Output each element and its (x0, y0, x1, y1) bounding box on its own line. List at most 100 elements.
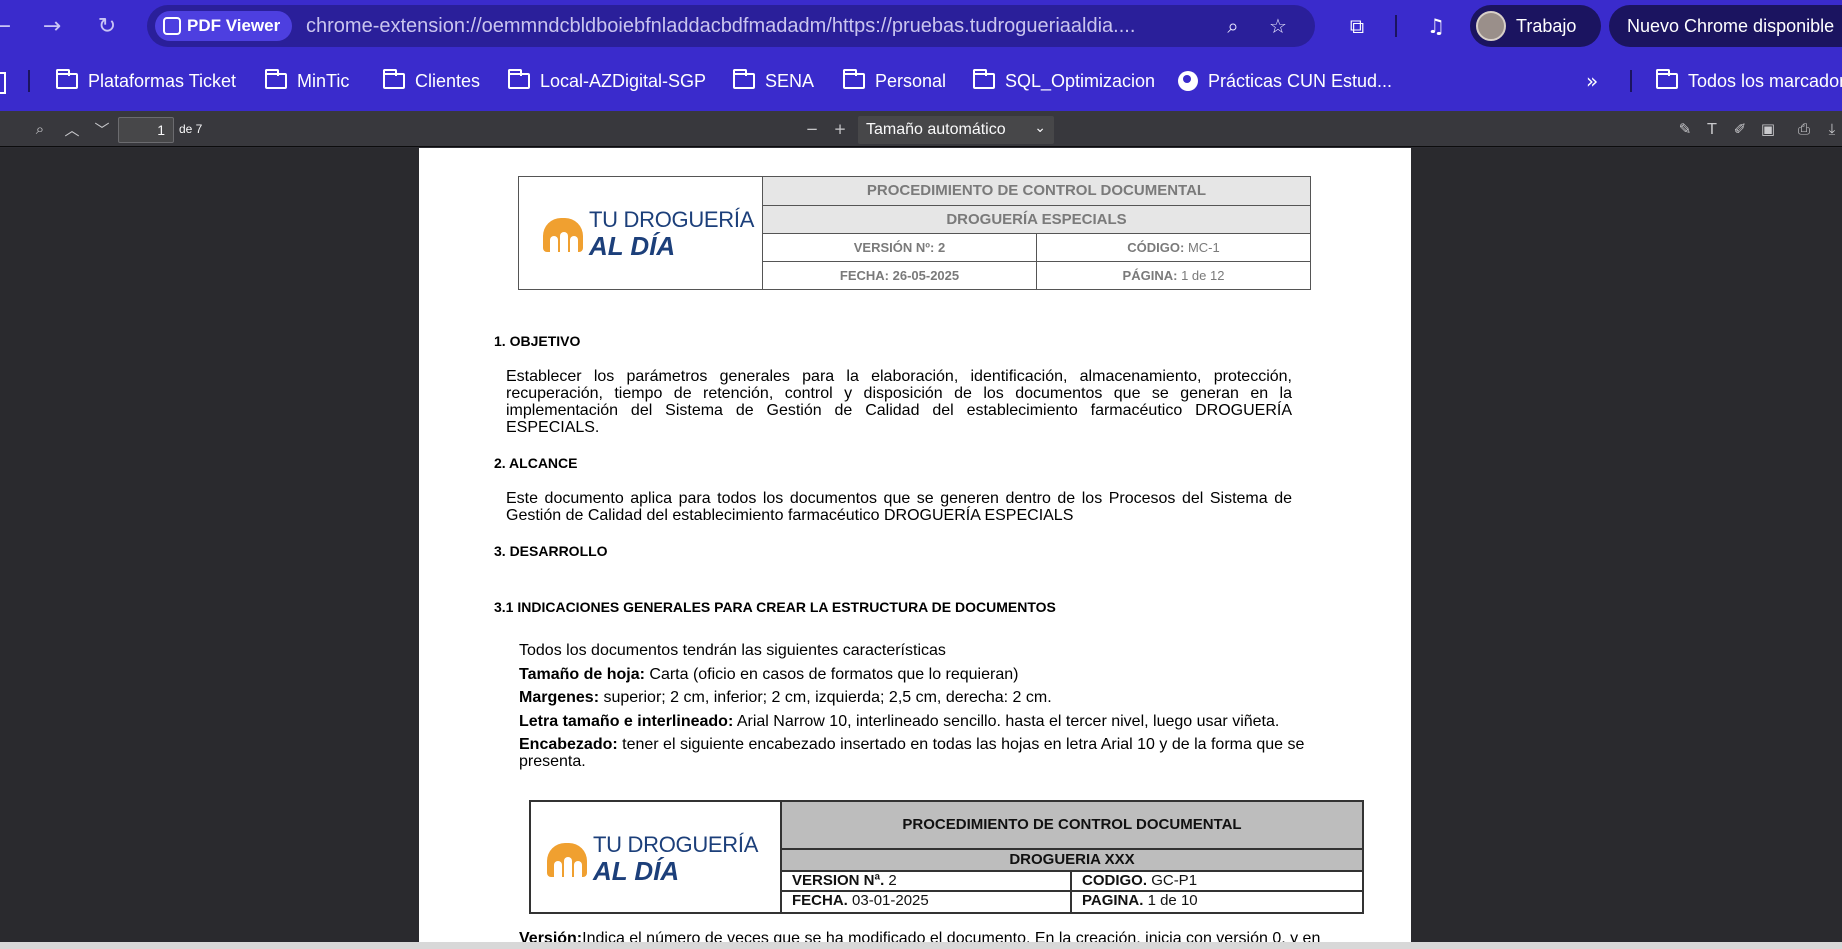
pdf-viewer-area[interactable]: TU DROGUERÍA AL DÍA PROCEDIMIENTO DE CON… (0, 148, 1842, 942)
previous-page-chevron-icon[interactable]: ︿ (60, 117, 84, 141)
header-code: CÓDIGO: MC-1 (1127, 240, 1220, 255)
pdf-toolbar: ⌕ ︿ ﹀ 1 de 7 − + Tamaño automático ⌄ ✎ T… (0, 111, 1842, 147)
bookmark-mintic[interactable]: MinTic (265, 66, 349, 96)
page-count-label: de 7 (179, 122, 203, 136)
pdf-viewer-chip[interactable]: PDF Viewer (155, 11, 293, 41)
logo-line-2: AL DÍA (589, 231, 676, 261)
bookmark-practicas-cun[interactable]: Prácticas CUN Estud... (1178, 66, 1392, 96)
bookmark-plataformas-ticket[interactable]: Plataformas Ticket (56, 66, 236, 96)
characteristics-intro: Todos los documentos tendrán las siguien… (519, 642, 946, 659)
example-header-version: VERSION Nª. 2 (782, 872, 1072, 890)
browser-top-bar: ← → ↻ PDF Viewer chrome-extension://oemm… (0, 0, 1842, 52)
apps-grid-icon[interactable] (0, 68, 6, 98)
folder-icon (56, 69, 78, 89)
bookmark-label: Personal (875, 70, 947, 91)
globe-icon (1178, 71, 1198, 91)
bookmark-label: SENA (765, 70, 815, 91)
bookmark-all-bookmarks[interactable]: Todos los marcadores (1656, 66, 1842, 96)
characteristic-header: Encabezado: tener el siguiente encabezad… (519, 736, 1305, 753)
characteristic-margins: Margenes: superior; 2 cm, inferior; 2 cm… (519, 689, 1052, 706)
version-description: Versión:Indica el número de veces que se… (519, 930, 1321, 942)
extension-page-icon (163, 17, 181, 35)
zoom-select-value: Tamaño automático (866, 121, 1006, 138)
media-playlist-icon[interactable]: ♫ (1420, 10, 1452, 42)
draw-icon[interactable]: ✐ (1728, 117, 1752, 141)
example-header-page: PAGINA. 1 de 10 (1082, 892, 1198, 909)
back-arrow-icon[interactable]: ← (0, 10, 18, 42)
toolbar-divider (1395, 15, 1397, 37)
address-bar[interactable]: PDF Viewer chrome-extension://oemmndcbld… (147, 5, 1315, 47)
zoom-magnifier-icon[interactable]: ⌕ (1220, 13, 1246, 39)
document-header-table: TU DROGUERÍA AL DÍA PROCEDIMIENTO DE CON… (518, 176, 1311, 290)
bookmark-label: Clientes (415, 70, 481, 91)
folder-icon (733, 69, 755, 89)
next-page-chevron-icon[interactable]: ﹀ (90, 117, 114, 141)
example-header-table: TU DROGUERÍA AL DÍA PROCEDIMIENTO DE CON… (529, 800, 1364, 914)
header-date: FECHA: 26-05-2025 (763, 262, 1037, 289)
section-alcance-title: 2. ALCANCE (494, 455, 578, 471)
bookmark-sena[interactable]: SENA (733, 66, 814, 96)
bookmarks-divider (28, 70, 30, 92)
bookmark-local-azdigital-sgp[interactable]: Local-AZDigital-SGP (508, 66, 706, 96)
company-logo: TU DROGUERÍA AL DÍA (545, 834, 758, 884)
example-header-title: PROCEDIMIENTO DE CONTROL DOCUMENTAL (782, 802, 1362, 850)
save-icon[interactable]: ⤓ (1820, 117, 1842, 141)
folder-icon (1656, 69, 1678, 89)
zoom-out-icon[interactable]: − (800, 117, 824, 141)
section-objetivo-text: Establecer los parámetros generales para… (506, 368, 1292, 436)
header-date-row: FECHA: 26-05-2025 PÁGINA: 1 de 12 (763, 262, 1310, 289)
bookmark-personal[interactable]: Personal (843, 66, 946, 96)
header-version-row: VERSIÓN Nº: 2 CÓDIGO: MC-1 (763, 234, 1310, 262)
zoom-select[interactable]: Tamaño automático ⌄ (858, 116, 1054, 144)
characteristic-paper-size: Tamaño de hoja: Carta (oficio en casos d… (519, 666, 1019, 683)
example-header-version-row: VERSION Nª. 2 CODIGO. GC-P1 (782, 872, 1362, 892)
bookmark-label: Plataformas Ticket (88, 70, 237, 91)
text-tool-icon[interactable]: T (1700, 117, 1724, 141)
characteristic-font: Letra tamaño e interlineado: Arial Narro… (519, 713, 1280, 730)
extensions-puzzle-icon[interactable]: ⧉ (1341, 10, 1373, 42)
cloud-people-logo-icon (541, 214, 585, 254)
bookmarks-divider (1630, 70, 1632, 92)
bookmark-sql-optimizacion[interactable]: SQL_Optimizacion (973, 66, 1155, 96)
print-icon[interactable]: ⎙ (1792, 117, 1816, 141)
bookmark-label: Local-AZDigital-SGP (540, 70, 707, 91)
company-logo: TU DROGUERÍA AL DÍA (541, 209, 754, 259)
folder-icon (383, 69, 405, 89)
profile-button[interactable]: Trabajo (1470, 5, 1601, 47)
example-header-subtitle: DROGUERIA XXX (782, 850, 1362, 872)
bookmarks-bar: Plataformas Ticket MinTic Clientes Local… (0, 52, 1842, 111)
bookmark-clientes[interactable]: Clientes (383, 66, 480, 96)
logo-cell: TU DROGUERÍA AL DÍA (531, 802, 782, 912)
example-header-date-row: FECHA. 03-01-2025 PAGINA. 1 de 10 (782, 892, 1362, 912)
bookmark-label: SQL_Optimizacion (1005, 70, 1156, 91)
search-icon[interactable]: ⌕ (28, 117, 52, 141)
page-number-input[interactable]: 1 (118, 117, 174, 143)
section-3-1-title: 3.1 INDICACIONES GENERALES PARA CREAR LA… (494, 599, 1056, 615)
avatar (1476, 11, 1506, 41)
bookmark-label: Prácticas CUN Estud... (1208, 70, 1393, 91)
logo-cell: TU DROGUERÍA AL DÍA (519, 177, 763, 289)
example-header-date: FECHA. 03-01-2025 (782, 892, 1072, 912)
header-version: VERSIÓN Nº: 2 (763, 234, 1037, 261)
reload-icon[interactable]: ↻ (91, 10, 123, 42)
pdf-page: TU DROGUERÍA AL DÍA PROCEDIMIENTO DE CON… (419, 148, 1411, 942)
url-text[interactable]: chrome-extension://oemmndcbldboiebfnladd… (306, 15, 1186, 38)
folder-icon (265, 69, 287, 89)
highlight-icon[interactable]: ✎ (1673, 117, 1697, 141)
folder-icon (508, 69, 530, 89)
logo-line-1: TU DROGUERÍA (593, 832, 759, 857)
bookmark-star-icon[interactable]: ☆ (1265, 13, 1291, 39)
more-bookmarks-chevron-icon[interactable]: » (1586, 66, 1598, 96)
cloud-people-logo-icon (545, 839, 589, 879)
zoom-in-icon[interactable]: + (828, 117, 852, 141)
section-alcance-text: Este documento aplica para todos los doc… (506, 490, 1292, 524)
header-title: PROCEDIMIENTO DE CONTROL DOCUMENTAL (763, 177, 1310, 206)
forward-arrow-icon[interactable]: → (36, 10, 68, 42)
pdf-viewer-chip-label: PDF Viewer (187, 16, 281, 35)
chrome-update-button[interactable]: Nuevo Chrome disponible (1609, 5, 1842, 47)
profile-name: Trabajo (1516, 15, 1577, 36)
section-objetivo-title: 1. OBJETIVO (494, 333, 581, 349)
add-image-icon[interactable]: ▣ (1756, 117, 1780, 141)
window-bottom-edge (0, 942, 1842, 949)
chevron-down-icon: ⌄ (1034, 120, 1046, 136)
